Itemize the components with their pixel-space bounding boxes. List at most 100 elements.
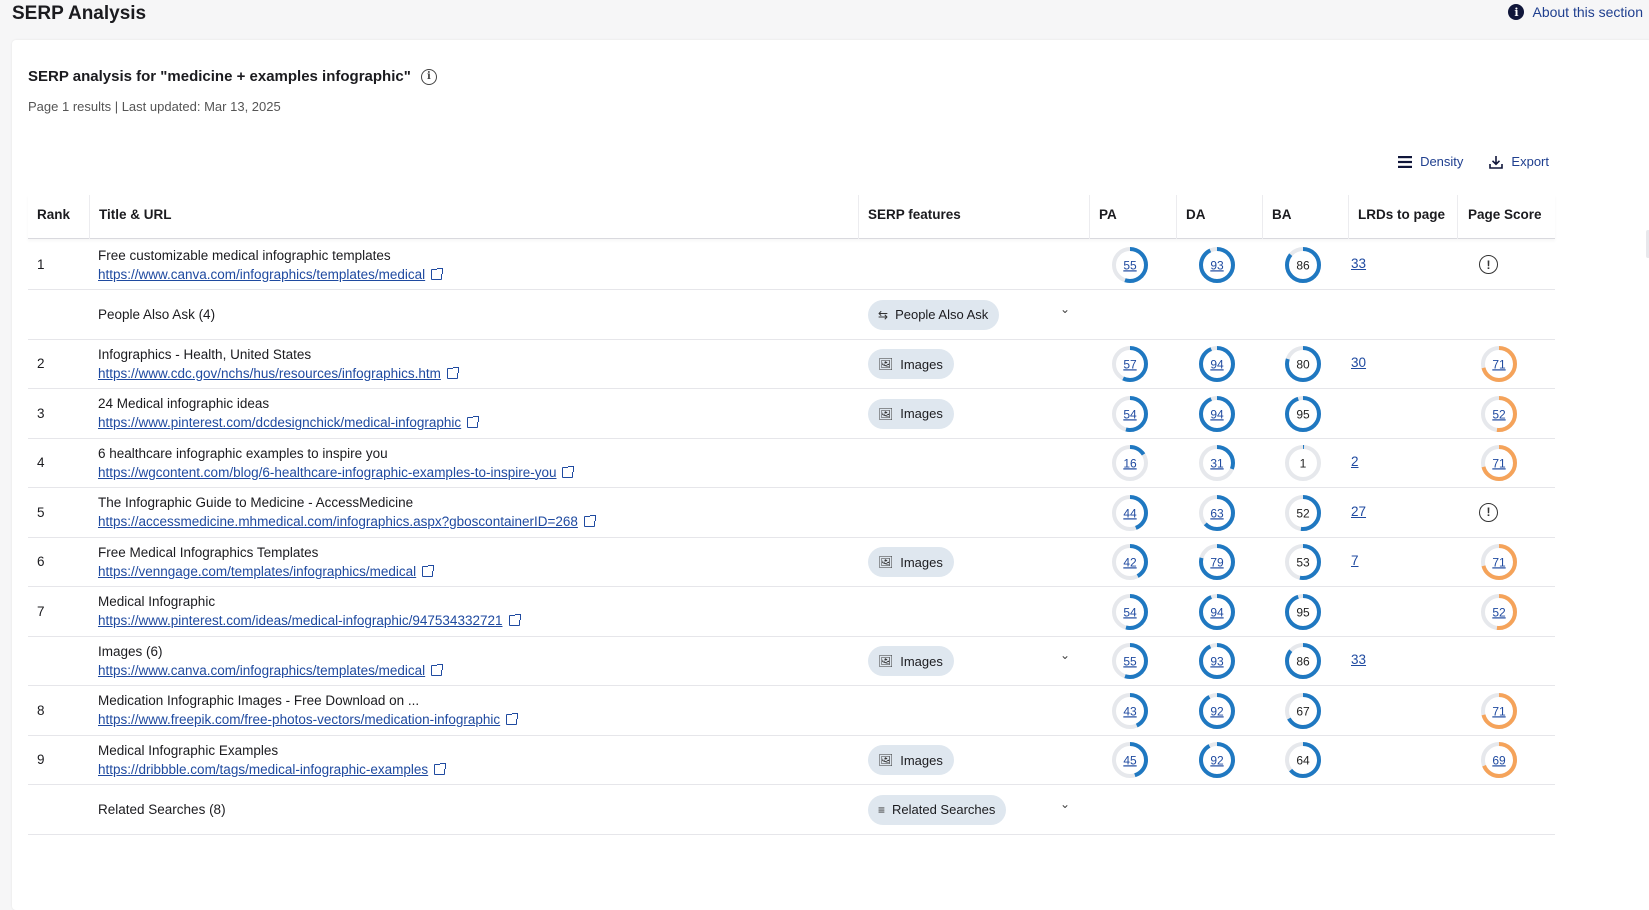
export-button[interactable]: Export bbox=[1489, 154, 1549, 169]
page-score-donut[interactable]: 71 bbox=[1480, 543, 1518, 581]
pa-donut[interactable]: 16 bbox=[1111, 444, 1149, 482]
page-score-donut[interactable]: 71 bbox=[1480, 444, 1518, 482]
page-score-donut[interactable]: 71 bbox=[1480, 692, 1518, 730]
page-score-donut[interactable]: 52 bbox=[1480, 593, 1518, 631]
col-page-score[interactable]: Page Score bbox=[1457, 195, 1542, 239]
warning-icon[interactable]: ! bbox=[1479, 255, 1498, 274]
pa-donut[interactable]: 54 bbox=[1111, 593, 1149, 631]
result-url-link[interactable]: https://www.cdc.gov/nchs/hus/resources/i… bbox=[98, 364, 459, 383]
ba-donut[interactable]: 53 bbox=[1284, 543, 1322, 581]
col-title-url[interactable]: Title & URL bbox=[89, 195, 172, 239]
pa-donut[interactable]: 43 bbox=[1111, 692, 1149, 730]
col-rank[interactable]: Rank bbox=[37, 195, 70, 239]
da-donut[interactable]: 94 bbox=[1198, 593, 1236, 631]
result-url-link[interactable]: https://www.pinterest.com/ideas/medical-… bbox=[98, 611, 521, 630]
pa-donut[interactable]: 55 bbox=[1111, 246, 1149, 284]
external-link-icon[interactable] bbox=[583, 515, 596, 527]
result-title: Medication Infographic Images - Free Dow… bbox=[98, 693, 420, 708]
da-donut-value: 94 bbox=[1210, 357, 1224, 371]
image-icon: 🖼︎ bbox=[878, 357, 894, 371]
lrds-link[interactable]: 33 bbox=[1351, 256, 1366, 271]
ba-donut[interactable]: 1 bbox=[1284, 444, 1322, 482]
pa-donut-value: 43 bbox=[1123, 704, 1137, 718]
result-title: Infographics - Health, United States bbox=[98, 346, 312, 362]
da-donut[interactable]: 92 bbox=[1198, 692, 1236, 730]
col-da[interactable]: DA bbox=[1176, 195, 1206, 239]
result-url-link[interactable]: https://www.canva.com/infographics/templ… bbox=[98, 265, 444, 284]
about-section-link[interactable]: i About this section bbox=[1508, 4, 1643, 20]
col-ba[interactable]: BA bbox=[1262, 195, 1292, 239]
chevron-down-icon[interactable]: ⌄ bbox=[1060, 302, 1070, 316]
ba-donut[interactable]: 95 bbox=[1284, 395, 1322, 433]
lrds-link[interactable]: 33 bbox=[1351, 652, 1366, 667]
table-row: Images (6) https://www.canva.com/infograp… bbox=[28, 636, 1555, 686]
ba-donut[interactable]: 52 bbox=[1284, 494, 1322, 532]
pa-donut[interactable]: 57 bbox=[1111, 345, 1149, 383]
external-link-icon[interactable] bbox=[446, 366, 459, 379]
da-donut[interactable]: 31 bbox=[1198, 444, 1236, 482]
pa-donut[interactable]: 45 bbox=[1111, 741, 1149, 779]
result-url-link[interactable]: https://accessmedicine.mhmedical.com/inf… bbox=[98, 512, 596, 531]
lrds-link[interactable]: 30 bbox=[1351, 355, 1366, 370]
page-score-donut[interactable]: 71 bbox=[1480, 345, 1518, 383]
result-url-link[interactable]: https://venngage.com/templates/infograph… bbox=[98, 562, 435, 581]
lrds-link[interactable]: 27 bbox=[1351, 504, 1366, 519]
da-donut[interactable]: 94 bbox=[1198, 395, 1236, 433]
chevron-down-icon[interactable]: ⌄ bbox=[1060, 648, 1070, 662]
result-url-link[interactable]: https://www.canva.com/infographics/templ… bbox=[98, 661, 444, 680]
serp-feature-chip[interactable]: ≡ Related Searches bbox=[868, 794, 1007, 825]
title-url-cell: 24 Medical infographic ideas https://www.… bbox=[98, 389, 480, 438]
col-lrds[interactable]: LRDs to page bbox=[1348, 195, 1445, 239]
result-title: Related Searches (8) bbox=[98, 801, 226, 817]
external-link-icon[interactable] bbox=[506, 713, 519, 725]
pa-donut[interactable]: 54 bbox=[1111, 395, 1149, 433]
serp-feature-chip[interactable]: 🖼︎ Images bbox=[868, 398, 954, 429]
info-outline-icon[interactable]: i bbox=[420, 68, 437, 85]
page-score-donut[interactable]: 69 bbox=[1480, 741, 1518, 779]
serp-feature-label: Images bbox=[900, 653, 943, 669]
ba-donut[interactable]: 95 bbox=[1284, 593, 1322, 631]
chevron-down-icon[interactable]: ⌄ bbox=[1060, 797, 1070, 811]
external-link-icon[interactable] bbox=[434, 762, 447, 775]
external-link-icon[interactable] bbox=[431, 267, 444, 280]
ba-donut[interactable]: 67 bbox=[1284, 692, 1322, 730]
result-url: https://wgcontent.com/blog/6-healthcare-… bbox=[98, 464, 557, 480]
external-link-icon[interactable] bbox=[431, 663, 444, 676]
da-donut[interactable]: 94 bbox=[1198, 345, 1236, 383]
page-score-donut[interactable]: 52 bbox=[1480, 395, 1518, 433]
ba-donut[interactable]: 64 bbox=[1284, 741, 1322, 779]
da-donut[interactable]: 63 bbox=[1198, 494, 1236, 532]
result-url-link[interactable]: https://dribbble.com/tags/medical-infogr… bbox=[98, 760, 447, 779]
external-link-icon[interactable] bbox=[422, 564, 435, 577]
density-button[interactable]: Density bbox=[1398, 154, 1463, 169]
warning-icon[interactable]: ! bbox=[1479, 502, 1498, 522]
serp-feature-chip[interactable]: 🖼︎ Images bbox=[868, 646, 954, 676]
serp-feature-chip[interactable]: 🖼︎ Images bbox=[868, 547, 954, 577]
serp-feature-chip[interactable]: ⇆ People Also Ask bbox=[868, 299, 1000, 330]
external-link-icon[interactable] bbox=[467, 416, 480, 428]
pa-donut[interactable]: 55 bbox=[1111, 642, 1149, 680]
col-pa[interactable]: PA bbox=[1089, 195, 1117, 239]
ba-donut[interactable]: 86 bbox=[1284, 246, 1322, 284]
da-donut[interactable]: 93 bbox=[1198, 246, 1236, 284]
rank-cell: 6 bbox=[37, 554, 45, 569]
result-url-link[interactable]: https://www.pinterest.com/dcdesignchick/… bbox=[98, 413, 480, 432]
ba-donut[interactable]: 80 bbox=[1284, 345, 1322, 383]
info-icon: i bbox=[1508, 4, 1525, 20]
serp-feature-chip[interactable]: 🖼︎ Images bbox=[868, 349, 954, 379]
lrds-link[interactable]: 2 bbox=[1351, 454, 1359, 469]
ba-donut[interactable]: 86 bbox=[1284, 642, 1322, 680]
da-donut[interactable]: 92 bbox=[1198, 741, 1236, 779]
table-row: People Also Ask (4) ⇆ People Also Ask ⌄ bbox=[28, 290, 1555, 340]
external-link-icon[interactable] bbox=[562, 465, 575, 478]
result-url-link[interactable]: https://www.freepik.com/free-photos-vect… bbox=[98, 710, 519, 729]
external-link-icon[interactable] bbox=[508, 614, 521, 626]
serp-feature-chip[interactable]: 🖼︎ Images bbox=[868, 745, 954, 775]
da-donut[interactable]: 79 bbox=[1198, 543, 1236, 581]
pa-donut[interactable]: 44 bbox=[1111, 494, 1149, 532]
pa-donut-value: 57 bbox=[1123, 357, 1137, 371]
result-url-link[interactable]: https://wgcontent.com/blog/6-healthcare-… bbox=[98, 463, 575, 482]
pa-donut[interactable]: 42 bbox=[1111, 543, 1149, 581]
da-donut[interactable]: 93 bbox=[1198, 642, 1236, 680]
lrds-link[interactable]: 7 bbox=[1351, 553, 1359, 568]
